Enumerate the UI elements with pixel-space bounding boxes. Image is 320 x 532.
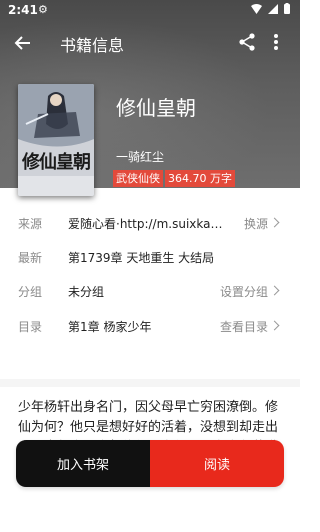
- info-row-value: 未分组: [68, 285, 105, 299]
- info-row-label: 来源: [18, 217, 43, 231]
- app-bar: 书籍信息: [0, 22, 300, 64]
- view-toc-button[interactable]: 查看目录: [220, 318, 268, 335]
- arrow-left-icon[interactable]: [10, 30, 36, 56]
- info-row-toc[interactable]: 目录 第1章 杨家少年 查看目录: [0, 309, 300, 345]
- info-row-latest[interactable]: 最新 第1739章 天地重生 大结局: [0, 240, 300, 276]
- category-tag: 武侠仙侠: [113, 170, 163, 187]
- wifi-icon: [251, 3, 262, 14]
- cover-title-text: 修仙皇朝: [22, 152, 91, 173]
- section-divider: [0, 379, 300, 387]
- signal-icon: [268, 3, 278, 14]
- page-title: 书籍信息: [60, 36, 125, 55]
- info-row-source[interactable]: 来源 爱随心看·http://m.suixkan.c... 换源: [0, 206, 300, 242]
- bottom-action-bar: 加入书架 阅读: [16, 440, 284, 487]
- status-indicators: [251, 3, 290, 14]
- book-title: 修仙皇朝: [116, 96, 196, 120]
- read-button[interactable]: 阅读: [150, 440, 284, 487]
- status-time: 2:41: [8, 3, 38, 17]
- status-bar: 2:41 ⚙: [0, 0, 300, 20]
- info-row-label: 分组: [18, 285, 43, 299]
- book-cover[interactable]: 修仙皇朝: [18, 84, 94, 196]
- chevron-right-icon: [269, 217, 280, 228]
- book-author: 一骑红尘: [116, 150, 165, 164]
- chevron-right-icon: [269, 320, 280, 331]
- more-vert-icon[interactable]: [268, 31, 284, 53]
- info-row-value: 第1章 杨家少年: [68, 320, 152, 334]
- gear-icon: ⚙: [38, 3, 48, 16]
- info-row-value: 爱随心看·http://m.suixkan.c...: [68, 217, 228, 231]
- chevron-right-icon: [269, 285, 280, 296]
- share-icon[interactable]: [236, 31, 258, 53]
- set-group-button[interactable]: 设置分组: [220, 283, 268, 300]
- info-row-label: 最新: [18, 251, 43, 265]
- info-row-value: 第1739章 天地重生 大结局: [68, 251, 215, 265]
- cover-artwork: [18, 84, 94, 196]
- add-to-shelf-button[interactable]: 加入书架: [16, 440, 150, 487]
- change-source-button[interactable]: 换源: [244, 215, 268, 232]
- info-row-group[interactable]: 分组 未分组 设置分组: [0, 274, 300, 310]
- battery-icon: [284, 3, 290, 14]
- word-count-tag: 364.70 万字: [165, 170, 235, 187]
- info-row-label: 目录: [18, 320, 43, 334]
- book-tags: 武侠仙侠 364.70 万字: [113, 170, 235, 187]
